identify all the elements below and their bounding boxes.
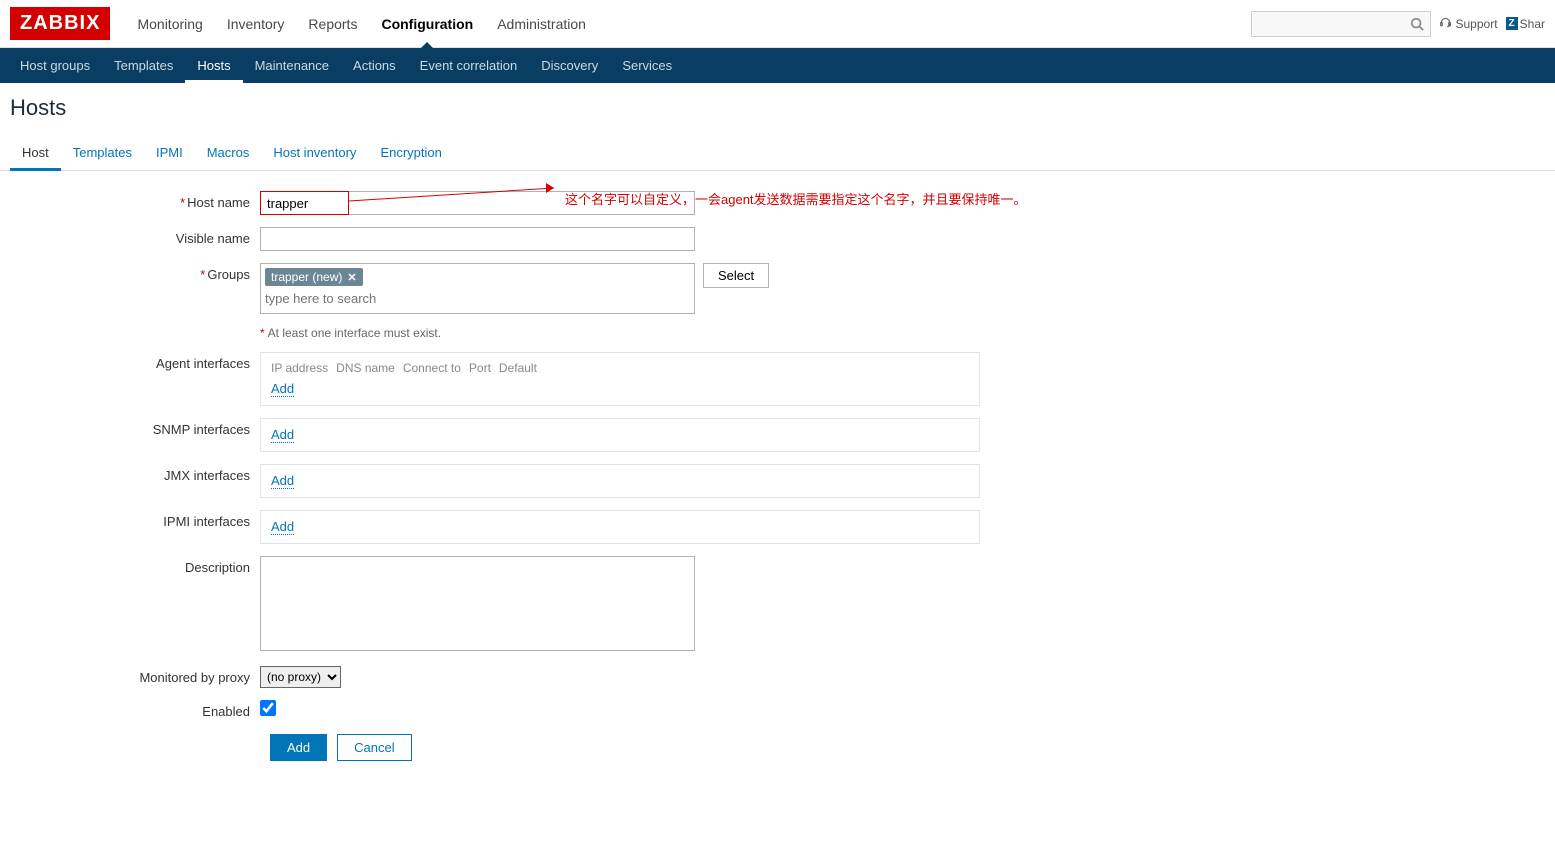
row-proxy: Monitored by proxy (no proxy) (10, 666, 1545, 688)
ipmi-interfaces-box: Add (260, 510, 980, 544)
subnav-eventcorrelation[interactable]: Event correlation (408, 48, 530, 83)
support-label: Support (1456, 17, 1498, 31)
label-hostname: *Host name (10, 191, 260, 210)
label-agent-if: Agent interfaces (10, 352, 260, 371)
agent-if-add-link[interactable]: Add (271, 381, 294, 397)
snmp-interfaces-box: Add (260, 418, 980, 452)
row-agent-if: Agent interfaces IP address DNS name Con… (10, 352, 1545, 406)
global-search[interactable] (1251, 11, 1431, 37)
row-enabled: Enabled (10, 700, 1545, 719)
search-icon[interactable] (1410, 17, 1424, 34)
row-hint: *At least one interface must exist. (10, 326, 1545, 340)
tab-hostinventory[interactable]: Host inventory (261, 137, 368, 170)
agent-interfaces-box: IP address DNS name Connect to Port Defa… (260, 352, 980, 406)
col-default: Default (499, 361, 537, 375)
subnav-actions[interactable]: Actions (341, 48, 408, 83)
annotation-text: 这个名字可以自定义，一会agent发送数据需要指定这个名字，并且要保持唯一。 (565, 189, 1027, 208)
col-ipaddress: IP address (271, 361, 328, 375)
jmx-if-add-link[interactable]: Add (271, 473, 294, 489)
subnav-hosts[interactable]: Hosts (185, 48, 242, 83)
topnav-inventory[interactable]: Inventory (215, 1, 297, 47)
support-link[interactable]: Support (1439, 16, 1498, 32)
ipmi-if-add-link[interactable]: Add (271, 519, 294, 535)
host-form: 这个名字可以自定义，一会agent发送数据需要指定这个名字，并且要保持唯一。 *… (0, 171, 1555, 781)
support-icon (1439, 16, 1452, 32)
jmx-interfaces-box: Add (260, 464, 980, 498)
cancel-button[interactable]: Cancel (337, 734, 411, 761)
group-tag-trapper: trapper (new) ✕ (265, 268, 363, 286)
subnav-services[interactable]: Services (610, 48, 684, 83)
input-description[interactable] (260, 556, 695, 651)
topnav-reports[interactable]: Reports (296, 1, 369, 47)
select-proxy[interactable]: (no proxy) (260, 666, 341, 688)
label-proxy: Monitored by proxy (10, 666, 260, 685)
topnav-administration[interactable]: Administration (485, 1, 598, 47)
iface-headers: IP address DNS name Connect to Port Defa… (271, 361, 969, 375)
col-dnsname: DNS name (336, 361, 395, 375)
label-visiblename: Visible name (10, 227, 260, 246)
topnav-monitoring[interactable]: Monitoring (125, 1, 214, 47)
page-title: Hosts (10, 95, 1545, 121)
subnav-hostgroups[interactable]: Host groups (8, 48, 102, 83)
tab-templates[interactable]: Templates (61, 137, 144, 170)
row-groups: *Groups trapper (new) ✕ Select (10, 263, 1545, 314)
col-connectto: Connect to (403, 361, 461, 375)
group-tag-remove-icon[interactable]: ✕ (347, 271, 356, 284)
groups-select-button[interactable]: Select (703, 263, 769, 288)
tab-ipmi[interactable]: IPMI (144, 137, 195, 170)
checkbox-enabled[interactable] (260, 700, 276, 716)
topnav-configuration[interactable]: Configuration (369, 1, 485, 47)
topbar-right: Support Z Shar (1251, 11, 1546, 37)
topbar: ZABBIX Monitoring Inventory Reports Conf… (0, 0, 1555, 48)
label-jmx-if: JMX interfaces (10, 464, 260, 483)
input-hostname[interactable] (260, 191, 349, 215)
groups-search-input[interactable] (265, 288, 690, 309)
row-jmx-if: JMX interfaces Add (10, 464, 1545, 498)
subnav: Host groups Templates Hosts Maintenance … (0, 48, 1555, 83)
row-description: Description (10, 556, 1545, 654)
label-enabled: Enabled (10, 700, 260, 719)
group-tag-label: trapper (new) (271, 270, 342, 284)
tab-host[interactable]: Host (10, 137, 61, 171)
page-header: Hosts (0, 83, 1555, 129)
add-button[interactable]: Add (270, 734, 327, 761)
interface-hint: *At least one interface must exist. (260, 326, 441, 340)
snmp-if-add-link[interactable]: Add (271, 427, 294, 443)
form-buttons: Add Cancel (270, 734, 1545, 761)
subnav-templates[interactable]: Templates (102, 48, 185, 83)
topnav: Monitoring Inventory Reports Configurati… (125, 1, 1250, 47)
share-badge-icon: Z (1506, 17, 1518, 30)
tab-macros[interactable]: Macros (195, 137, 262, 170)
subnav-maintenance[interactable]: Maintenance (243, 48, 341, 83)
subnav-discovery[interactable]: Discovery (529, 48, 610, 83)
tab-encryption[interactable]: Encryption (368, 137, 453, 170)
form-tabs: Host Templates IPMI Macros Host inventor… (0, 137, 1555, 171)
row-visiblename: Visible name (10, 227, 1545, 251)
row-ipmi-if: IPMI interfaces Add (10, 510, 1545, 544)
label-ipmi-if: IPMI interfaces (10, 510, 260, 529)
row-snmp-if: SNMP interfaces Add (10, 418, 1545, 452)
groups-multiselect[interactable]: trapper (new) ✕ (260, 263, 695, 314)
share-link[interactable]: Z Shar (1506, 17, 1545, 31)
label-description: Description (10, 556, 260, 575)
input-visiblename[interactable] (260, 227, 695, 251)
share-label: Shar (1520, 17, 1545, 31)
col-port: Port (469, 361, 491, 375)
label-groups: *Groups (10, 263, 260, 282)
label-snmp-if: SNMP interfaces (10, 418, 260, 437)
logo[interactable]: ZABBIX (10, 7, 110, 40)
